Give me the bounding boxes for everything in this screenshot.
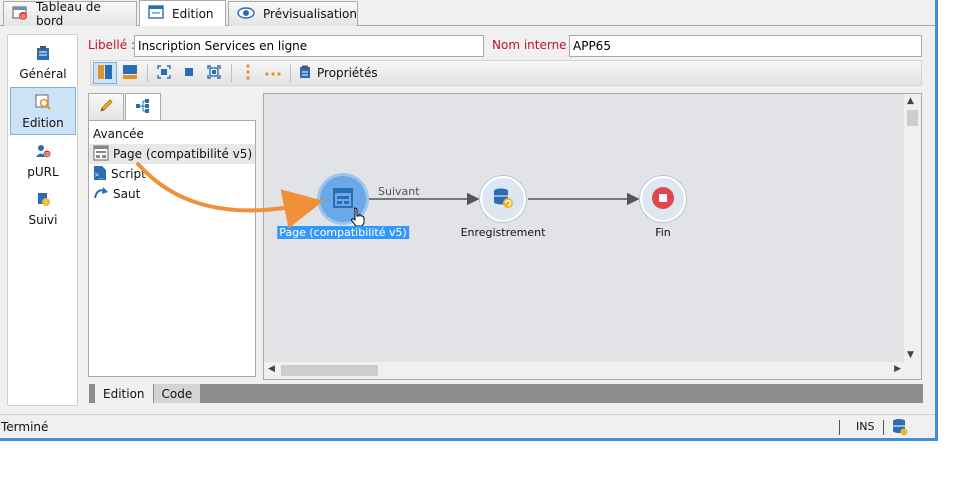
zoom-expand-icon <box>207 64 221 82</box>
zoom-actual-button[interactable] <box>177 62 201 84</box>
nav-tracking[interactable]: ! Suivi <box>10 185 76 233</box>
tab-edition[interactable]: Edition <box>139 0 226 26</box>
general-icon <box>36 45 50 64</box>
editor-toolbar: Propriétés <box>90 60 922 86</box>
stop-icon <box>651 186 675 213</box>
scroll-up-icon[interactable]: ▲ <box>907 96 914 106</box>
tab-label: Tableau de bord <box>36 0 101 28</box>
tracking-icon: ! <box>35 191 51 210</box>
page-icon <box>93 145 109 164</box>
vertical-scroll-thumb[interactable] <box>907 110 918 126</box>
internal-name-caption: Nom interne : <box>492 38 575 52</box>
align-vertical-button[interactable] <box>236 62 260 84</box>
nav-label: Edition <box>22 116 64 130</box>
activity-label: Fin <box>655 226 671 239</box>
activity-list: Avancée Page (compatibilité v5) >_ Scrip… <box>88 120 256 377</box>
purl-icon: @ <box>35 143 51 162</box>
tab-tree[interactable] <box>125 93 161 121</box>
nav-general[interactable]: Général <box>10 39 76 87</box>
layout-vertical-icon <box>97 64 113 83</box>
tab-code-mode[interactable]: Code <box>153 384 202 403</box>
horizontal-scrollbar[interactable]: ◀ ▶ <box>264 362 905 379</box>
insert-mode-indicator: INS <box>856 420 875 433</box>
workflow-canvas-frame: Suivant Page (compatibilité v5) Enregist… <box>263 93 922 380</box>
scroll-left-icon[interactable]: ◀ <box>268 364 275 374</box>
toolbar-separator <box>231 64 232 82</box>
svg-text:!: ! <box>45 199 48 207</box>
tab-dashboard[interactable]: @ Tableau de bord <box>3 0 137 28</box>
nav-label: Général <box>19 67 67 81</box>
dashboard-icon: @ <box>12 5 28 24</box>
tab-preview[interactable]: Prévisualisation <box>228 1 358 26</box>
activity-end[interactable] <box>640 176 686 222</box>
horizontal-scroll-thumb[interactable] <box>281 365 378 376</box>
app-window: @ Tableau de bord Edition Prévisualisati… <box>0 0 938 441</box>
left-navigation: Général Edition @ pURL ! Suivi <box>7 34 78 406</box>
tab-edition-mode[interactable]: Edition <box>95 384 154 403</box>
zoom-expand-button[interactable] <box>202 62 226 84</box>
zoom-fit-button[interactable] <box>152 62 176 84</box>
palette-item-label: Script <box>111 167 146 181</box>
square-icon <box>184 66 194 80</box>
nav-label: pURL <box>27 165 59 179</box>
dots-vertical-icon <box>245 63 251 83</box>
database-save-icon <box>492 187 514 212</box>
tree-icon <box>135 98 151 117</box>
properties-button[interactable]: Propriétés <box>295 62 382 84</box>
palette-group: Avancée <box>93 127 144 141</box>
toolbar-separator <box>147 64 148 82</box>
zoom-fit-icon <box>157 64 171 82</box>
dots-horizontal-icon <box>265 66 281 80</box>
align-horizontal-button[interactable] <box>261 62 285 84</box>
tab-pencil[interactable] <box>88 93 124 120</box>
editor-mode-tabs: Edition Code <box>89 384 923 403</box>
workflow-canvas[interactable]: Suivant Page (compatibilité v5) Enregist… <box>264 94 905 362</box>
eye-icon <box>237 6 255 22</box>
scroll-right-icon[interactable]: ▶ <box>894 364 901 374</box>
top-tab-bar: @ Tableau de bord Edition Prévisualisati… <box>0 0 935 28</box>
layout-vertical-button[interactable] <box>93 62 117 84</box>
palette-item-label: Page (compatibilité v5) <box>113 147 253 161</box>
status-bar: Terminé INS <box>0 414 935 438</box>
svg-text:@: @ <box>20 13 26 20</box>
vertical-scrollbar[interactable]: ▲ ▼ <box>904 94 921 362</box>
palette-item-label: Saut <box>113 187 141 201</box>
activity-label: Page (compatibilité v5) <box>277 226 409 239</box>
pencil-icon <box>98 98 114 117</box>
scrollbar-corner <box>904 362 921 379</box>
activity-label: Enregistrement <box>460 226 546 239</box>
edition-icon <box>35 94 51 113</box>
activity-recording[interactable] <box>480 176 526 222</box>
layout-horizontal-icon <box>122 64 138 83</box>
scroll-down-icon[interactable]: ▼ <box>907 350 914 360</box>
palette-item-jump[interactable]: Saut <box>89 184 255 204</box>
label-field[interactable]: Inscription Services en ligne <box>134 35 484 57</box>
edit-window-icon <box>148 4 164 23</box>
toolbar-separator <box>290 64 291 82</box>
palette-item-page[interactable]: Page (compatibilité v5) <box>89 144 255 164</box>
tab-label: Edition <box>172 6 214 21</box>
palette-item-script[interactable]: >_ Script <box>89 164 255 184</box>
nav-edition[interactable]: Edition <box>10 87 76 135</box>
layout-horizontal-button[interactable] <box>118 62 142 84</box>
properties-icon <box>299 65 311 82</box>
database-icon <box>892 418 908 439</box>
jump-icon <box>93 186 109 203</box>
svg-text:@: @ <box>44 152 50 159</box>
status-text: Terminé <box>1 419 49 434</box>
label-caption: Libellé : <box>88 38 135 52</box>
svg-text:>_: >_ <box>95 171 104 179</box>
nav-label: Suivi <box>28 213 58 227</box>
tab-label: Prévisualisation <box>263 7 357 21</box>
properties-label: Propriétés <box>317 66 378 80</box>
activity-palette: Avancée Page (compatibilité v5) >_ Scrip… <box>88 93 258 379</box>
transition-label: Suivant <box>378 185 420 198</box>
nav-purl[interactable]: @ pURL <box>10 137 76 185</box>
main-panel: Libellé : Inscription Services en ligne … <box>85 34 925 406</box>
script-icon: >_ <box>93 165 107 184</box>
internal-name-field[interactable]: APP65 <box>569 35 922 57</box>
